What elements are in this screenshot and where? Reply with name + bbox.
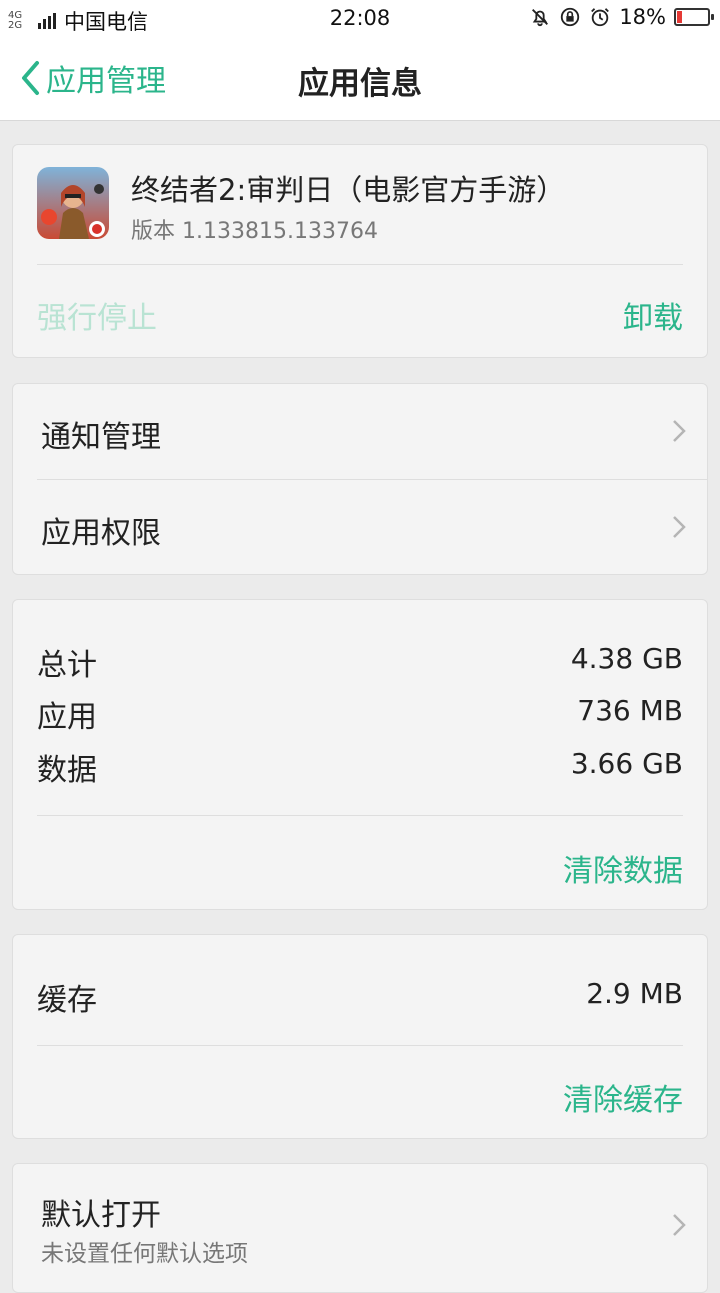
total-value: 4.38 GB	[570, 642, 683, 675]
back-label: 应用管理	[46, 64, 166, 99]
back-button[interactable]: 应用管理	[20, 56, 166, 100]
rotation-lock-icon	[561, 7, 580, 27]
cache-card: 缓存 2.9 MB 清除缓存	[12, 934, 708, 1139]
notification-management-label: 通知管理	[41, 420, 161, 455]
storage-card: 总计 4.38 GB 应用 736 MB 数据 3.66 GB 清除数据	[12, 599, 708, 910]
uninstall-button[interactable]: 卸载	[623, 293, 683, 337]
default-open-card: 默认打开 未设置任何默认选项	[12, 1163, 708, 1293]
notification-management-row[interactable]: 通知管理	[13, 384, 707, 479]
settings-card: 通知管理 应用权限	[12, 383, 708, 575]
default-open-row[interactable]: 默认打开 未设置任何默认选项	[13, 1164, 707, 1281]
app-permissions-label: 应用权限	[41, 516, 161, 551]
divider	[37, 815, 683, 816]
battery-icon	[674, 8, 714, 26]
chevron-right-icon	[673, 1214, 686, 1236]
divider	[37, 264, 683, 265]
total-label: 总计	[37, 648, 97, 683]
status-bar: 4G 2G 中国电信 22:08 18%	[0, 0, 720, 38]
clear-cache-button[interactable]: 清除缓存	[563, 1075, 683, 1119]
battery-percent: 18%	[619, 5, 666, 29]
nav-bar: 应用管理 应用信息	[0, 38, 720, 121]
app-icon	[37, 167, 109, 239]
app-size-label: 应用	[37, 700, 97, 735]
default-open-label: 默认打开	[41, 1198, 161, 1233]
cache-value: 2.9 MB	[586, 977, 683, 1010]
app-permissions-row[interactable]: 应用权限	[13, 480, 707, 575]
mute-icon	[532, 9, 549, 27]
force-stop-button[interactable]: 强行停止	[37, 293, 157, 337]
chevron-left-icon	[22, 61, 39, 95]
cache-label: 缓存	[37, 983, 97, 1018]
divider	[37, 1045, 683, 1046]
alarm-icon	[591, 8, 610, 27]
app-info-card: 终结者2:审判日（电影官方手游） 版本 1.133815.133764 强行停止…	[12, 144, 708, 358]
app-version: 版本 1.133815.133764	[131, 219, 378, 244]
chevron-right-icon	[673, 516, 686, 538]
data-size-label: 数据	[37, 753, 97, 788]
app-size-value: 736 MB	[577, 694, 683, 727]
default-open-sublabel: 未设置任何默认选项	[41, 1241, 248, 1267]
app-name: 终结者2:审判日（电影官方手游）	[131, 173, 566, 207]
clear-data-button[interactable]: 清除数据	[563, 846, 683, 890]
data-size-value: 3.66 GB	[570, 747, 683, 780]
chevron-right-icon	[673, 420, 686, 442]
